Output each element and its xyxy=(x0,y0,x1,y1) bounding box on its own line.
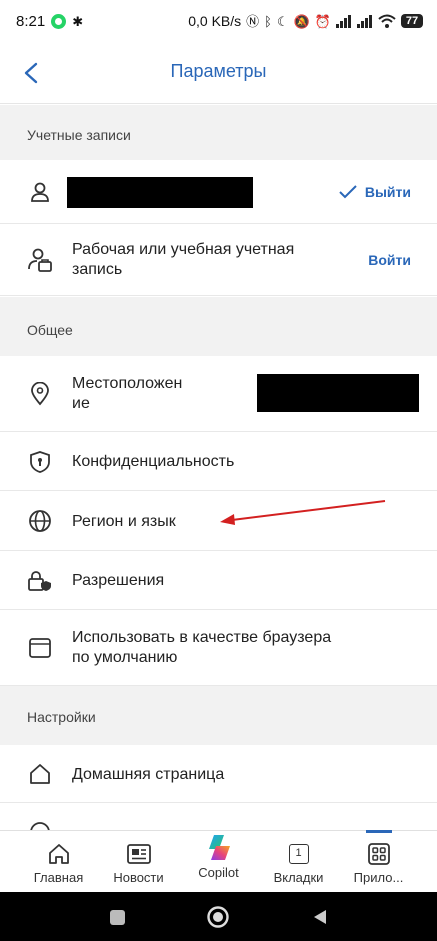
nav-apps[interactable]: Прило... xyxy=(335,831,422,893)
nav-copilot-label: Copilot xyxy=(198,865,239,880)
news-icon xyxy=(126,841,152,867)
home-page-row[interactable]: Домашняя страница xyxy=(0,745,437,803)
home-icon xyxy=(47,841,71,867)
system-navigation-bar xyxy=(0,892,437,941)
nav-home-label: Главная xyxy=(33,870,84,885)
region-language-label: Регион и язык xyxy=(72,513,176,530)
notification-icon: ✱ xyxy=(72,13,84,29)
work-account-icon xyxy=(27,247,53,273)
apps-active-indicator xyxy=(366,830,392,833)
privacy-row[interactable]: Конфиденциальность xyxy=(0,432,437,491)
nav-news-label: Новости xyxy=(113,870,164,885)
bluetooth-icon: ᛒ xyxy=(264,13,272,29)
home-icon xyxy=(27,761,53,787)
copilot-icon xyxy=(202,827,236,867)
sign-out-label: Выйти xyxy=(364,184,411,200)
back-system-button[interactable] xyxy=(307,904,333,930)
nav-copilot[interactable]: Copilot xyxy=(175,831,262,893)
shield-icon xyxy=(27,449,53,475)
nfc-icon: Ⓝ xyxy=(246,13,260,29)
sign-out-button[interactable]: Выйти xyxy=(339,184,411,200)
signal-icon-2 xyxy=(357,14,372,28)
checkmark-icon xyxy=(339,185,357,199)
whatsapp-icon xyxy=(51,13,67,29)
user-icon xyxy=(27,179,53,205)
tabs-icon: 1 xyxy=(288,841,309,867)
network-speed: 0,0 KB/s xyxy=(188,13,242,29)
mute-icon: 🔕 xyxy=(293,13,310,29)
app-header: Параметры xyxy=(0,42,437,104)
location-label: Местоположен ие xyxy=(72,375,183,412)
circle-icon xyxy=(207,906,229,928)
region-language-row[interactable]: Регион и язык xyxy=(0,491,437,551)
battery-level: 77 xyxy=(401,14,423,28)
sign-in-button[interactable]: Войти xyxy=(368,252,411,268)
nav-news[interactable]: Новости xyxy=(95,831,182,893)
privacy-label: Конфиденциальность xyxy=(72,453,235,470)
nav-apps-label: Прило... xyxy=(353,870,404,885)
status-bar: 8:21 ✱ 0,0 KB/s Ⓝ ᛒ ☾ 🔕 ⏰ 77 xyxy=(0,0,437,42)
apps-icon xyxy=(367,841,390,867)
section-header-accounts: Учетные записи xyxy=(0,105,437,160)
triangle-back-icon xyxy=(314,910,326,924)
nav-tabs-label: Вкладки xyxy=(273,870,324,885)
do-not-disturb-icon: ☾ xyxy=(276,13,289,29)
permissions-row[interactable]: Разрешения xyxy=(0,551,437,610)
nav-tabs[interactable]: 1 Вкладки xyxy=(255,831,342,893)
redacted-account-name xyxy=(67,177,253,208)
wifi-icon xyxy=(378,14,396,28)
lock-shield-icon xyxy=(27,568,53,594)
globe-icon xyxy=(27,508,53,534)
default-browser-row[interactable]: Использовать в качестве браузера по умол… xyxy=(0,610,437,686)
browser-icon xyxy=(27,635,53,661)
nav-home[interactable]: Главная xyxy=(15,831,102,893)
recents-button[interactable] xyxy=(104,904,130,930)
sign-in-label: Войти xyxy=(368,252,411,268)
redacted-location xyxy=(257,374,419,412)
home-page-label: Домашняя страница xyxy=(72,766,225,783)
page-title: Параметры xyxy=(170,61,267,81)
annotation-arrow-icon xyxy=(220,500,386,525)
location-pin-icon xyxy=(27,381,53,407)
tabs-count-badge: 1 xyxy=(288,844,309,864)
location-row[interactable]: Местоположен ие xyxy=(0,356,437,432)
account-row[interactable]: Выйти xyxy=(0,160,437,224)
bottom-navigation: Главная Новости Copilot 1 Вкладки Прило.… xyxy=(0,830,437,892)
home-system-button[interactable] xyxy=(205,904,231,930)
default-browser-label: Использовать в качестве браузера по умол… xyxy=(72,629,332,666)
square-icon xyxy=(109,909,125,925)
section-header-general: Общее xyxy=(0,297,437,356)
permissions-label: Разрешения xyxy=(72,572,165,589)
work-account-label: Рабочая или учебная учетная запись xyxy=(72,241,295,278)
signal-icon xyxy=(336,14,351,28)
section-header-settings: Настройки xyxy=(0,686,437,745)
alarm-icon: ⏰ xyxy=(314,13,331,29)
work-account-row[interactable]: Рабочая или учебная учетная запись Войти xyxy=(0,224,437,296)
status-time: 8:21 xyxy=(16,12,46,30)
